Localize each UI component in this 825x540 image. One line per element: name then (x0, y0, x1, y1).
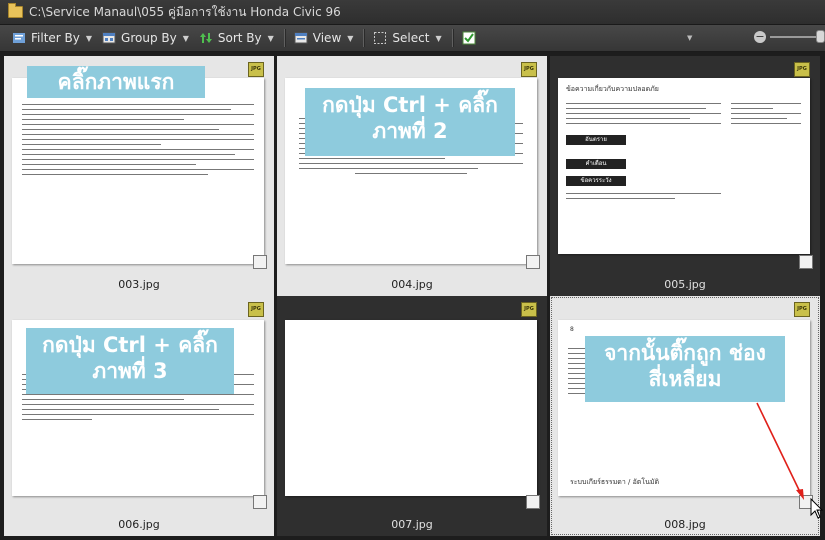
file-name: 007.jpg (391, 518, 433, 531)
check-selected-button[interactable] (458, 27, 485, 49)
filter-by-button[interactable]: Filter By ▼ (8, 27, 96, 49)
filter-icon (13, 33, 25, 43)
thumbnail-005[interactable]: ข้อความเกี่ยวกับความปลอดภัย อันตราย คำเต… (550, 56, 820, 296)
toolbar: Filter By ▼ Group By ▼ Sort By ▼ View ▼ … (0, 25, 825, 52)
instruction-callout: กดปุ่ม Ctrl + คลิ๊ก ภาพที่ 2 (305, 88, 515, 156)
thumbnail-003[interactable]: JPG คลิ๊กภาพแรก 003.jpg (4, 56, 274, 296)
page-preview (285, 320, 537, 496)
thumbnail-grid: JPG คลิ๊กภาพแรก 003.jpg JPG กดปุ่ม Ctrl … (0, 52, 825, 540)
jpg-badge-icon: JPG (521, 302, 537, 317)
sort-by-button[interactable]: Sort By ▼ (195, 27, 278, 49)
checkbox-check-icon (462, 31, 476, 45)
path-text: C:\Service Manaul\055 คู่มือการใช้งาน Ho… (29, 4, 341, 19)
warning-label: คำเตือน (566, 159, 626, 169)
select-label: Select (392, 31, 430, 45)
jpg-badge-icon: JPG (794, 302, 810, 317)
thumbnail-004[interactable]: JPG กดปุ่ม Ctrl + คลิ๊ก ภาพที่ 2 004.jpg (277, 56, 547, 296)
chevron-down-icon: ▼ (267, 33, 274, 43)
filter-by-label: Filter By (31, 31, 80, 45)
zoom-slider[interactable]: − (754, 30, 825, 43)
thumbnail-checkbox[interactable] (526, 495, 540, 509)
instruction-callout: คลิ๊กภาพแรก (27, 66, 205, 98)
view-icon (294, 32, 308, 44)
group-icon (102, 32, 116, 44)
path-bar: C:\Service Manaul\055 คู่มือการใช้งาน Ho… (0, 0, 825, 25)
sort-by-label: Sort By (217, 31, 262, 45)
instruction-callout: กดปุ่ม Ctrl + คลิ๊ก ภาพที่ 3 (26, 328, 234, 394)
select-marquee-icon (374, 32, 387, 44)
view-button[interactable]: View ▼ (290, 27, 358, 49)
doc-heading: ข้อความเกี่ยวกับความปลอดภัย (566, 85, 659, 93)
instruction-callout: จากนั้นติ๊กถูก ช่องสี่เหลี่ยม (585, 336, 785, 402)
thumbnail-checkbox[interactable] (526, 255, 540, 269)
file-name: 005.jpg (664, 278, 706, 291)
chevron-down-icon: ▼ (347, 33, 354, 43)
thumbnail-007[interactable]: JPG 007.jpg (277, 296, 547, 536)
warning-label: ข้อควรระวัง (566, 176, 626, 186)
select-button[interactable]: Select ▼ (369, 27, 445, 49)
folder-icon (8, 3, 23, 18)
file-name: 006.jpg (118, 518, 160, 531)
zoom-out-icon[interactable]: − (754, 30, 766, 43)
toolbar-more-chevron-icon[interactable]: ▼ (687, 34, 692, 42)
group-by-label: Group By (121, 31, 177, 45)
zoom-knob[interactable] (816, 30, 825, 43)
thumbnail-checkbox[interactable] (799, 255, 813, 269)
thumbnail-008[interactable]: 8 ระบบเกียร์ธรรมดา / อัตโนมัติ JPG จากนั… (550, 296, 820, 536)
toolbar-separator (451, 29, 454, 47)
group-by-button[interactable]: Group By ▼ (98, 27, 193, 49)
warning-label: อันตราย (566, 135, 626, 145)
sort-icon (199, 33, 212, 43)
thumbnail-checkbox[interactable] (799, 495, 813, 509)
view-label: View (312, 31, 342, 45)
chevron-down-icon: ▼ (85, 33, 93, 43)
doc-page-number: 8 (570, 326, 574, 333)
toolbar-separator (283, 29, 286, 47)
doc-footer: ระบบเกียร์ธรรมดา / อัตโนมัติ (570, 478, 660, 486)
jpg-badge-icon: JPG (248, 302, 264, 317)
zoom-track[interactable] (770, 35, 822, 38)
chevron-down-icon: ▼ (182, 33, 189, 43)
thumbnail-checkbox[interactable] (253, 255, 267, 269)
file-name: 003.jpg (118, 278, 160, 291)
page-preview (12, 78, 264, 264)
file-name: 008.jpg (664, 518, 706, 531)
chevron-down-icon: ▼ (435, 33, 442, 43)
jpg-badge-icon: JPG (521, 62, 537, 77)
toolbar-separator (363, 29, 366, 47)
page-preview: ข้อความเกี่ยวกับความปลอดภัย อันตราย คำเต… (558, 78, 810, 254)
file-name: 004.jpg (391, 278, 433, 291)
jpg-badge-icon: JPG (794, 62, 810, 77)
thumbnail-006[interactable]: JPG กดปุ่ม Ctrl + คลิ๊ก ภาพที่ 3 006.jpg (4, 296, 274, 536)
jpg-badge-icon: JPG (248, 62, 264, 77)
thumbnail-checkbox[interactable] (253, 495, 267, 509)
